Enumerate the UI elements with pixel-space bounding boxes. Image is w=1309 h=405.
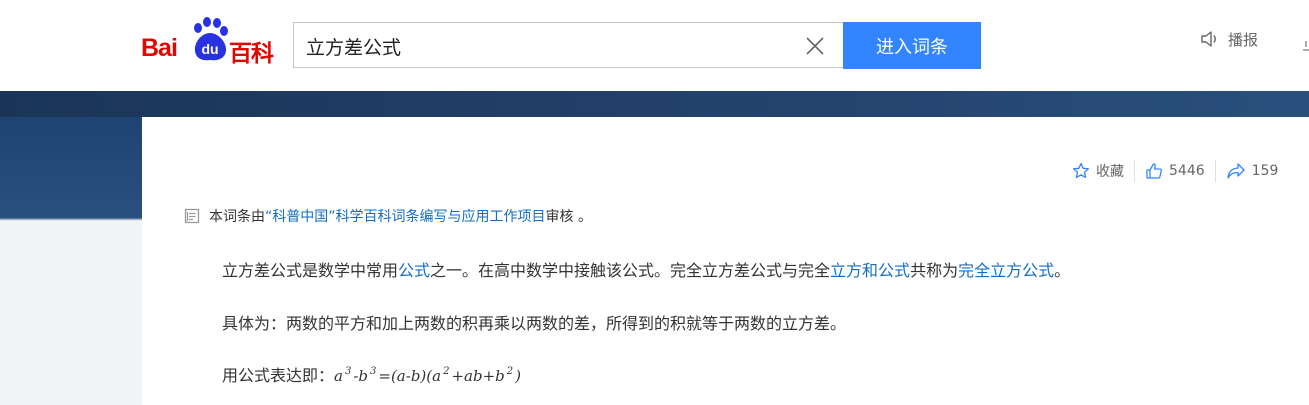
menu-edge-icon[interactable] <box>1300 40 1309 52</box>
text-segment: 之一。在高中数学中接触该公式。完全立方差公式与完全 <box>430 261 831 280</box>
formula-exponent: 2 <box>443 366 450 377</box>
enter-entry-button[interactable]: 进入词条 <box>843 22 981 69</box>
broadcast-label: 播报 <box>1228 30 1259 49</box>
banner-top-strip <box>0 91 1309 117</box>
close-icon[interactable] <box>805 36 825 56</box>
review-notice: 本词条由 “科普中国”科学百科词条编写与应用工作项目 审核 。 <box>183 206 592 226</box>
share-button[interactable]: 159 <box>1226 162 1279 180</box>
formula-mid: =(a-b)(a <box>378 367 442 385</box>
text-segment: 。 <box>1054 261 1071 280</box>
favorite-label: 收藏 <box>1096 164 1124 180</box>
baidu-baike-logo[interactable]: Bai du 百科 <box>141 17 281 67</box>
share-icon <box>1226 163 1245 179</box>
like-button[interactable]: 5446 <box>1145 162 1205 180</box>
formula-exponent: 2 <box>506 366 514 377</box>
star-icon <box>1072 162 1090 179</box>
entry-actions: 收藏 5446 159 <box>1072 160 1279 182</box>
search-box <box>293 22 843 68</box>
text-segment: 立方差公式是数学中常用 <box>222 261 399 280</box>
banner-side-strip <box>0 117 142 405</box>
divider <box>1214 160 1216 182</box>
logo-bai-text: Bai <box>141 34 178 62</box>
broadcast-button[interactable]: 播报 <box>1200 28 1258 50</box>
text-segment: 共称为 <box>910 261 959 280</box>
paragraph-definition: 具体为：两数的平方和加上两数的积再乘以两数的差，所得到的积就等于两数的立方差。 <box>222 314 847 333</box>
paw-logo-icon: du <box>194 17 228 61</box>
formula-close: ) <box>515 367 521 385</box>
share-count: 159 <box>1251 163 1279 179</box>
paragraph-intro: 立方差公式是数学中常用公式之一。在高中数学中接触该公式。完全立方差公式与完全立方… <box>222 257 1070 281</box>
formula-expression: a 3 -b 3 =(a-b)(a 2 +ab+b 2) <box>334 366 521 385</box>
paragraph-formula: 用公式表达即：a 3 -b 3 =(a-b)(a 2 +ab+b 2) <box>222 362 521 386</box>
formula-a: a <box>334 367 343 385</box>
like-count: 5446 <box>1169 163 1205 179</box>
formula-prefix: 用公式表达即： <box>222 366 335 385</box>
logo-du-text: du <box>201 41 218 57</box>
document-icon <box>184 208 200 224</box>
link-perfect-cube-formula[interactable]: 完全立方公式 <box>958 261 1054 280</box>
formula-exponent: 3 <box>344 366 352 377</box>
speaker-icon <box>1201 31 1216 47</box>
link-formula[interactable]: 公式 <box>398 261 430 280</box>
notice-prefix: 本词条由 <box>209 209 265 225</box>
divider <box>1134 160 1135 182</box>
formula-tail: +ab+b <box>451 367 505 385</box>
notice-project-link[interactable]: “科普中国”科学百科词条编写与应用工作项目 <box>265 206 546 226</box>
notice-suffix: 审核 。 <box>545 209 592 225</box>
logo-baike-text: 百科 <box>229 41 274 67</box>
formula-exponent: 3 <box>370 366 377 377</box>
thumbs-up-icon <box>1146 163 1162 179</box>
favorite-button[interactable]: 收藏 <box>1072 161 1124 181</box>
link-cube-sum-formula[interactable]: 立方和公式 <box>830 261 910 280</box>
search-input[interactable] <box>306 32 786 60</box>
formula-minus-b: -b <box>353 367 369 385</box>
